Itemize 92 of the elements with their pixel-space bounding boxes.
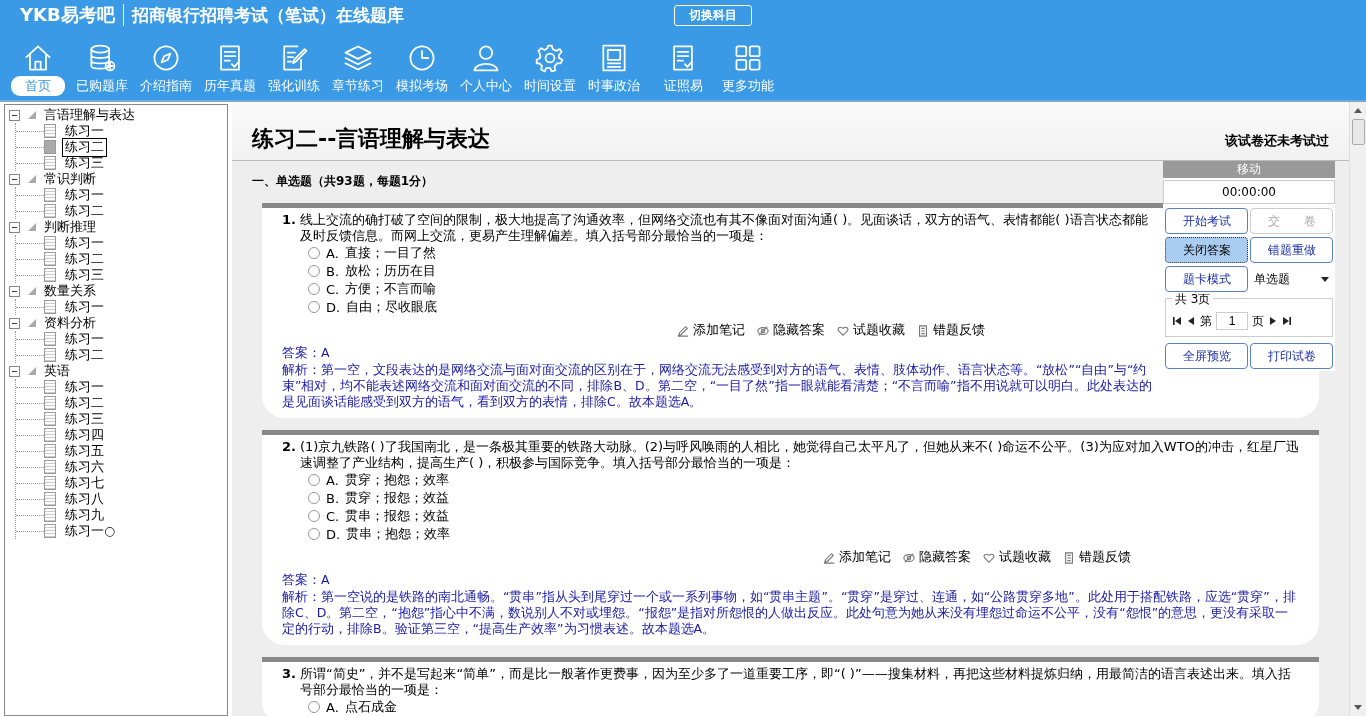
heart-icon[interactable] — [837, 324, 849, 337]
panel-button[interactable]: 关闭答案 — [1165, 237, 1248, 263]
option-label: C. — [326, 508, 340, 524]
folder-triangle-icon — [28, 175, 36, 183]
option-label: B. — [326, 263, 340, 279]
option-text: 方便；不言而喻 — [345, 280, 437, 298]
option-text: 贯穿；抱怨；效率 — [344, 471, 449, 489]
page-prefix: 第 — [1200, 312, 1212, 330]
panel-button[interactable]: 开始考试 — [1165, 208, 1248, 234]
answer-label: 答案： — [282, 572, 321, 587]
answer-value: A — [321, 572, 330, 587]
heart-icon[interactable] — [983, 551, 995, 564]
scroll-thumb[interactable] — [1351, 119, 1365, 145]
question-text: 所谓“简史”，并不是写起来“简单”，而是比一般著作更费事，因为至少多了一道重要工序，即“( )”——搜集材料，再把这些材料提炼归纳，用最简洁的语言表述出来。填入括号部分最恰当的一项是： — [300, 666, 1292, 698]
option-text: 放松；历历在目 — [345, 262, 437, 280]
gear-icon[interactable] — [534, 42, 566, 74]
question-text: (1)京九铁路( )了我国南北，是一条极其重要的铁路大动脉。(2)与呼风唤雨的人相比，她觉得自己太平凡了，但她从来不( )命运不公平。(3)为应对加入WTO的冲击，红星厂迅速调整了产业结构，提高生产( )，积极参与国际竞争。填入括号部分最恰当的一项是： — [300, 439, 1299, 471]
answer-label: 答案： — [282, 345, 321, 360]
analysis-text: 解析：第一空，文段表达的是网络交流与面对面交流的区别在于，网络交流无法感受到对方的语气、表情、肢体动作、语言状态等。“放松”“自由”与“约束”相对，均不能表述网络交流和面对面交流的不同，排除B、D。第二空，“一目了然”指一眼就能看清楚；“不言而喻”指不用说就可以明白。此处表达的是见面谈话能感受到双方的语气，看到双方的表情，排除C。故本题选A。 — [282, 362, 1153, 410]
option-label: B. — [326, 490, 340, 506]
panel-button[interactable]: 全屏预览 — [1165, 343, 1248, 369]
option-text: 点石成金 — [344, 698, 397, 716]
tree-category[interactable]: 数量关系 — [44, 282, 96, 300]
option-text: 直接；一目了然 — [344, 244, 436, 262]
paper-title: 练习二--言语理解与表达 — [252, 125, 491, 153]
pencil-icon[interactable] — [823, 551, 835, 564]
folder-triangle-icon — [28, 367, 36, 375]
tree-category[interactable]: 判断推理 — [44, 218, 96, 236]
question-number: 3. — [282, 666, 296, 683]
option-label: A. — [326, 245, 339, 261]
option-text: 自由；尽收眼底 — [346, 298, 438, 316]
collapse-toggle-icon[interactable] — [9, 285, 20, 297]
option-text: 贯串；抱怨；效率 — [346, 525, 451, 543]
action-link[interactable]: 添加笔记 — [839, 549, 891, 566]
logo: YKB易考吧 — [20, 3, 115, 27]
first-page-icon[interactable] — [1172, 316, 1182, 326]
collapse-toggle-icon[interactable] — [9, 221, 20, 233]
tree-category[interactable]: 英语 — [44, 362, 70, 380]
option-label: D. — [326, 526, 341, 542]
option-text: 贯串；报怨；效益 — [345, 507, 450, 525]
panel-button[interactable]: 打印试卷 — [1250, 343, 1333, 369]
option-label: A. — [326, 699, 339, 715]
option-label: C. — [326, 281, 340, 297]
option-text: 贯穿；报怨；效益 — [345, 489, 450, 507]
folder-triangle-icon — [28, 287, 36, 295]
last-page-icon[interactable] — [1282, 316, 1292, 326]
collapse-toggle-icon[interactable] — [9, 109, 20, 121]
action-link[interactable]: 试题收藏 — [853, 322, 905, 339]
eye-icon[interactable] — [903, 551, 915, 564]
folder-triangle-icon — [28, 319, 36, 327]
scroll-up-icon[interactable] — [1354, 108, 1362, 113]
action-link[interactable]: 错题反馈 — [933, 322, 985, 339]
action-link[interactable]: 错题反馈 — [1079, 549, 1131, 566]
action-link[interactable]: 试题收藏 — [999, 549, 1051, 566]
collapse-toggle-icon[interactable] — [9, 173, 20, 185]
previous-page-icon[interactable] — [1186, 316, 1196, 326]
tree-item[interactable]: 练习二 — [62, 137, 107, 157]
section-heading: 一、单选题（共93题，每题1分） — [251, 173, 435, 190]
notebook-icon[interactable] — [1063, 551, 1075, 564]
action-link[interactable]: 隐藏答案 — [919, 549, 971, 566]
caret-icon — [1321, 276, 1329, 282]
timer-display: 00:00:00 — [1163, 180, 1335, 204]
panel-button[interactable]: 错题重做 — [1250, 237, 1333, 263]
eye-icon[interactable] — [757, 324, 769, 337]
collapse-toggle-icon[interactable] — [9, 365, 20, 377]
page-input[interactable]: 1 — [1216, 312, 1248, 330]
option-label: A. — [326, 472, 339, 488]
tree-item[interactable]: 练习一 — [62, 297, 107, 317]
tree-category[interactable]: 言语理解与表达 — [44, 106, 135, 124]
next-page-icon[interactable] — [1268, 316, 1278, 326]
page-suffix: 页 — [1252, 312, 1264, 330]
action-link[interactable]: 隐藏答案 — [773, 322, 825, 339]
question-text: 线上交流的确打破了空间的限制，极大地提高了沟通效率，但网络交流也有其不像面对面沟通( )。见面谈话，双方的语气、表情都能( )语言状态都能及时反馈信息。而网上交流，更易产生理解偏差。填入括号部分最恰当的一项是： — [300, 212, 1149, 244]
folder-triangle-icon — [28, 111, 36, 119]
exam-status: 该试卷还未考试过 — [1225, 132, 1329, 150]
analysis-text: 解析：第一空说的是铁路的南北通畅。“贯串”指从头到尾穿过一个或一系列事物，如“贯串主题”。“贯穿”是穿过、连通，如“公路贯穿多地”。此处用于搭配铁路，应选“贯穿”，排除C、D。第二空，“抱怨”指心中不满，数说别人不对或埋怨。“报怨”是指对所怨恨的人做出反应。此处句意为她从来没有埋怨过命运不公平，没有“怨恨”的意思，更没有采取一定的行动，排除B。验证第三空，“提高生产效率”为习惯表述。故本题选A。 — [282, 589, 1297, 637]
question-number: 2. — [282, 439, 296, 456]
folder-triangle-icon — [28, 223, 36, 231]
panel-button[interactable]: 题卡模式 — [1165, 266, 1248, 292]
tree-category[interactable]: 常识判断 — [44, 170, 96, 188]
action-link[interactable]: 添加笔记 — [693, 322, 745, 339]
question-number: 1. — [282, 212, 296, 229]
pencil-icon[interactable] — [677, 324, 689, 337]
option-label: D. — [326, 299, 341, 315]
tree-category[interactable]: 资料分析 — [44, 314, 96, 332]
scrollbar[interactable] — [1349, 102, 1366, 716]
notebook-icon[interactable] — [917, 324, 929, 337]
app-title: 招商银行招聘考试（笔试）在线题库 — [131, 3, 404, 27]
question-type-select[interactable]: 单选题 — [1250, 266, 1333, 292]
answer-value: A — [321, 345, 330, 360]
scroll-down-icon[interactable] — [1354, 705, 1362, 710]
collapse-toggle-icon[interactable] — [9, 317, 20, 329]
